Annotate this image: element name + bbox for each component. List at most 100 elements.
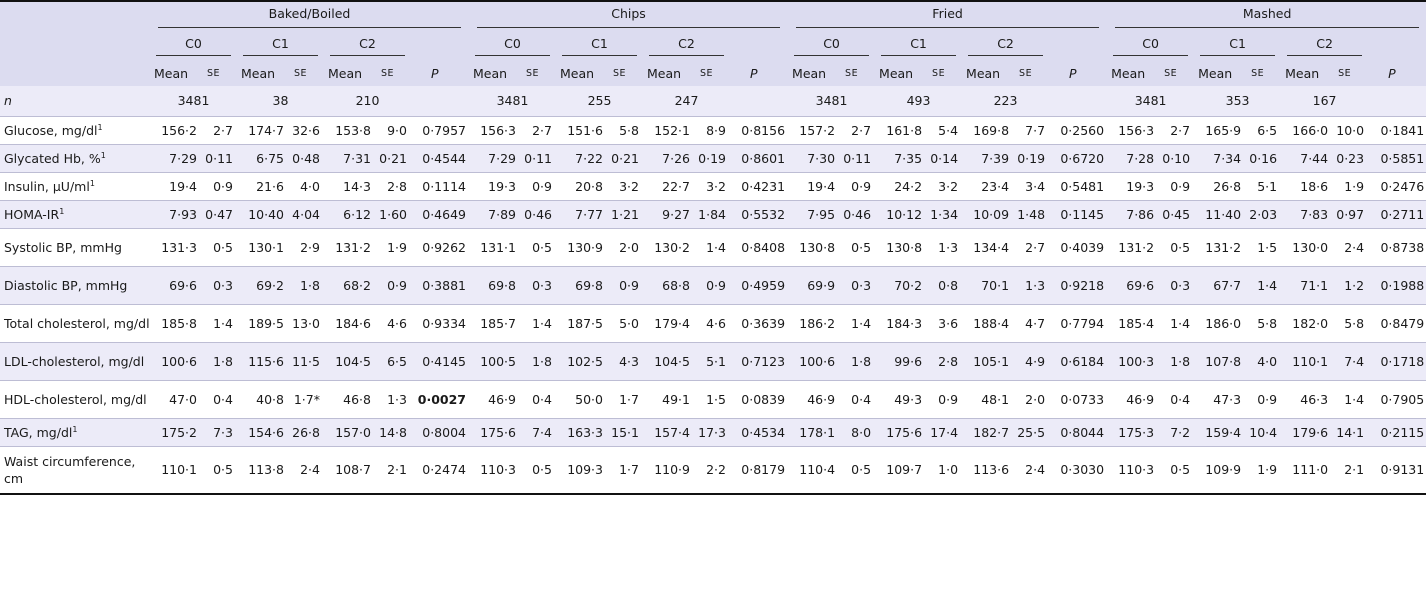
row-label: Glucose, mg/dl1: [0, 116, 150, 145]
se-value: 2·7: [841, 116, 876, 145]
mean-value: 100·6: [150, 342, 203, 381]
mean-value: 111·0: [1281, 446, 1335, 495]
class-label: C2: [649, 36, 724, 56]
n-value: 210: [324, 86, 411, 117]
n-value: 38: [237, 86, 324, 117]
se-header: SE: [381, 68, 395, 79]
se-value: 5·8: [1247, 304, 1282, 343]
p-value: 0·5532: [730, 200, 789, 229]
n-value: 3481: [469, 86, 556, 117]
p-spacer: [1049, 31, 1107, 61]
mean-value: 68·8: [643, 266, 696, 305]
se-header: SE: [207, 68, 221, 79]
row-label-text: n: [4, 93, 12, 109]
p-value: 0·0733: [1049, 380, 1108, 419]
se-value: 1·3: [1015, 266, 1050, 305]
mean-value: 175·6: [469, 418, 522, 447]
group-header-1: Chips: [469, 0, 789, 31]
mean-value: 7·35: [875, 144, 929, 173]
p-value: 0·8738: [1368, 228, 1426, 267]
class-label: C2: [330, 36, 405, 56]
row-label-text: HOMA-IR: [4, 206, 60, 222]
class-header: C0: [150, 31, 237, 61]
se-value: 1·9: [377, 228, 411, 267]
se-value: 2·7: [1160, 116, 1195, 145]
class-label: C0: [156, 36, 231, 56]
mean-value: 185·7: [469, 304, 522, 343]
se-value: 0·5: [1160, 228, 1195, 267]
se-value: 26·8: [290, 418, 324, 447]
se-value: 2·7: [522, 116, 556, 145]
mean-value: 156·3: [1107, 116, 1161, 145]
se-value: 1·4: [1247, 266, 1282, 305]
se-value: 8·9: [696, 116, 730, 145]
mean-header: Mean: [560, 66, 595, 81]
mean-value: 14·3: [324, 172, 377, 201]
p-value: 0·1114: [411, 172, 469, 201]
table-row: Systolic BP, mmHg 131·3 0·5 130·1 2·9 131·2 1·…: [0, 228, 1426, 267]
mean-value: 185·8: [150, 304, 203, 343]
se-value: 1·4: [203, 304, 237, 343]
row-label-text: Systolic BP, mmHg: [4, 239, 122, 255]
row-label-text: LDL-cholesterol, mg/dl: [4, 353, 145, 369]
mean-value: 130·8: [788, 228, 842, 267]
p-value: 0·8156: [730, 116, 789, 145]
se-header: SE: [932, 68, 946, 79]
table-row: Glycated Hb, %1 7·29 0·11 6·75 0·48 7·31 0·21 0…: [0, 144, 1426, 173]
class-header: C0: [1107, 31, 1194, 61]
mean-value: 7·22: [556, 144, 609, 173]
mean-value: 46·3: [1281, 380, 1335, 419]
se-value: 0·9: [1247, 380, 1282, 419]
se-header: SE: [1338, 68, 1352, 79]
p-value: 0·4231: [730, 172, 789, 201]
se-value: 0·9: [1160, 172, 1195, 201]
p-value: 0·6720: [1049, 144, 1108, 173]
se-value: 0·9: [522, 172, 556, 201]
mean-value: 7·44: [1281, 144, 1335, 173]
mean-header: Mean: [473, 66, 508, 81]
corner-cell: [0, 0, 150, 31]
mean-value: 7·29: [150, 144, 203, 173]
se-value: 0·45: [1160, 200, 1195, 229]
p-value: 0·4534: [730, 418, 789, 447]
class-header: C2: [1281, 31, 1368, 61]
se-value: 5·8: [1334, 304, 1369, 343]
mean-value: 46·8: [324, 380, 377, 419]
mean-value: 102·5: [556, 342, 609, 381]
mean-value: 189·5: [237, 304, 290, 343]
se-value: 0·19: [696, 144, 730, 173]
p-value: 0·7957: [411, 116, 469, 145]
se-value: 0·5: [1160, 446, 1195, 495]
mean-header: Mean: [328, 66, 363, 81]
mean-value: 18·6: [1281, 172, 1335, 201]
se-header: SE: [526, 68, 540, 79]
se-value: 0·11: [841, 144, 876, 173]
empty-cell: [730, 86, 789, 117]
mean-value: 9·27: [643, 200, 696, 229]
mean-value: 10·12: [875, 200, 929, 229]
se-value: 0·9: [609, 266, 643, 305]
class-header: C2: [643, 31, 730, 61]
mean-value: 165·9: [1194, 116, 1248, 145]
se-value: 13·0: [290, 304, 324, 343]
se-value: 4·9: [1015, 342, 1050, 381]
mean-value: 175·3: [1107, 418, 1161, 447]
p-header: P: [1388, 66, 1396, 81]
se-value: 1·5: [1247, 228, 1282, 267]
mean-value: 69·6: [1107, 266, 1161, 305]
p-value: 0·8179: [730, 446, 789, 495]
se-value: 11·5: [290, 342, 324, 381]
se-value: 3·2: [696, 172, 730, 201]
row-label-text: Glycated Hb, %: [4, 150, 101, 166]
mean-value: 175·2: [150, 418, 203, 447]
se-value: 3·2: [609, 172, 643, 201]
empty-cell: [1368, 86, 1426, 117]
n-value: 223: [962, 86, 1050, 117]
se-value: 0·5: [841, 228, 876, 267]
mean-value: 69·9: [788, 266, 842, 305]
mean-value: 69·8: [469, 266, 522, 305]
mean-value: 19·4: [788, 172, 842, 201]
se-value: 0·9: [203, 172, 237, 201]
se-value: 2·4: [1015, 446, 1050, 495]
se-value: 0·5: [522, 228, 556, 267]
